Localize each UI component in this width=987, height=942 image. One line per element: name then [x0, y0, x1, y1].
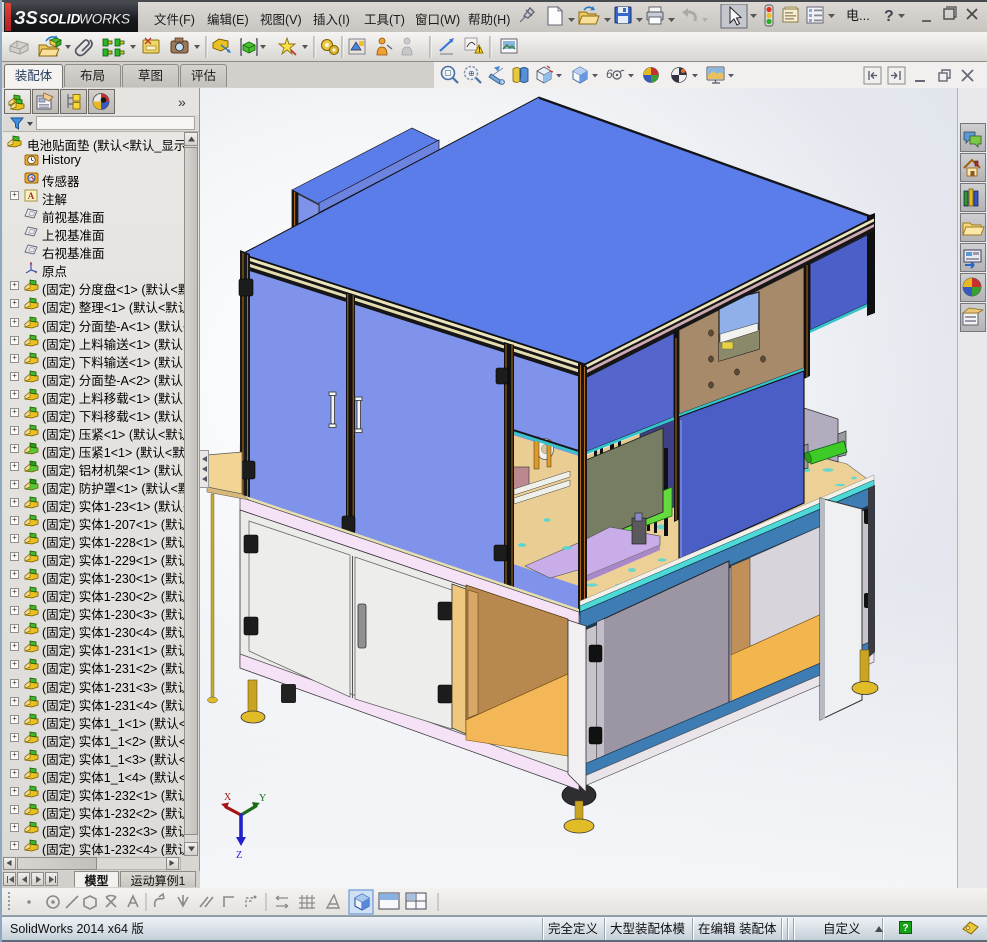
- svg-text:?: ?: [884, 8, 894, 25]
- svg-text:ЗS: ЗS: [14, 8, 38, 28]
- svg-text:电...: 电...: [846, 8, 870, 23]
- svg-text:6: 6: [606, 67, 613, 81]
- svg-text:X: X: [224, 792, 232, 803]
- svg-text:Y: Y: [259, 793, 266, 804]
- svg-text:SOLID: SOLID: [39, 12, 81, 27]
- svg-text:⊕: ⊕: [468, 69, 475, 78]
- svg-text:WORKS: WORKS: [79, 12, 130, 27]
- svg-text:Z: Z: [236, 850, 242, 861]
- svg-text:A: A: [28, 191, 35, 201]
- svg-text:!: !: [478, 47, 480, 54]
